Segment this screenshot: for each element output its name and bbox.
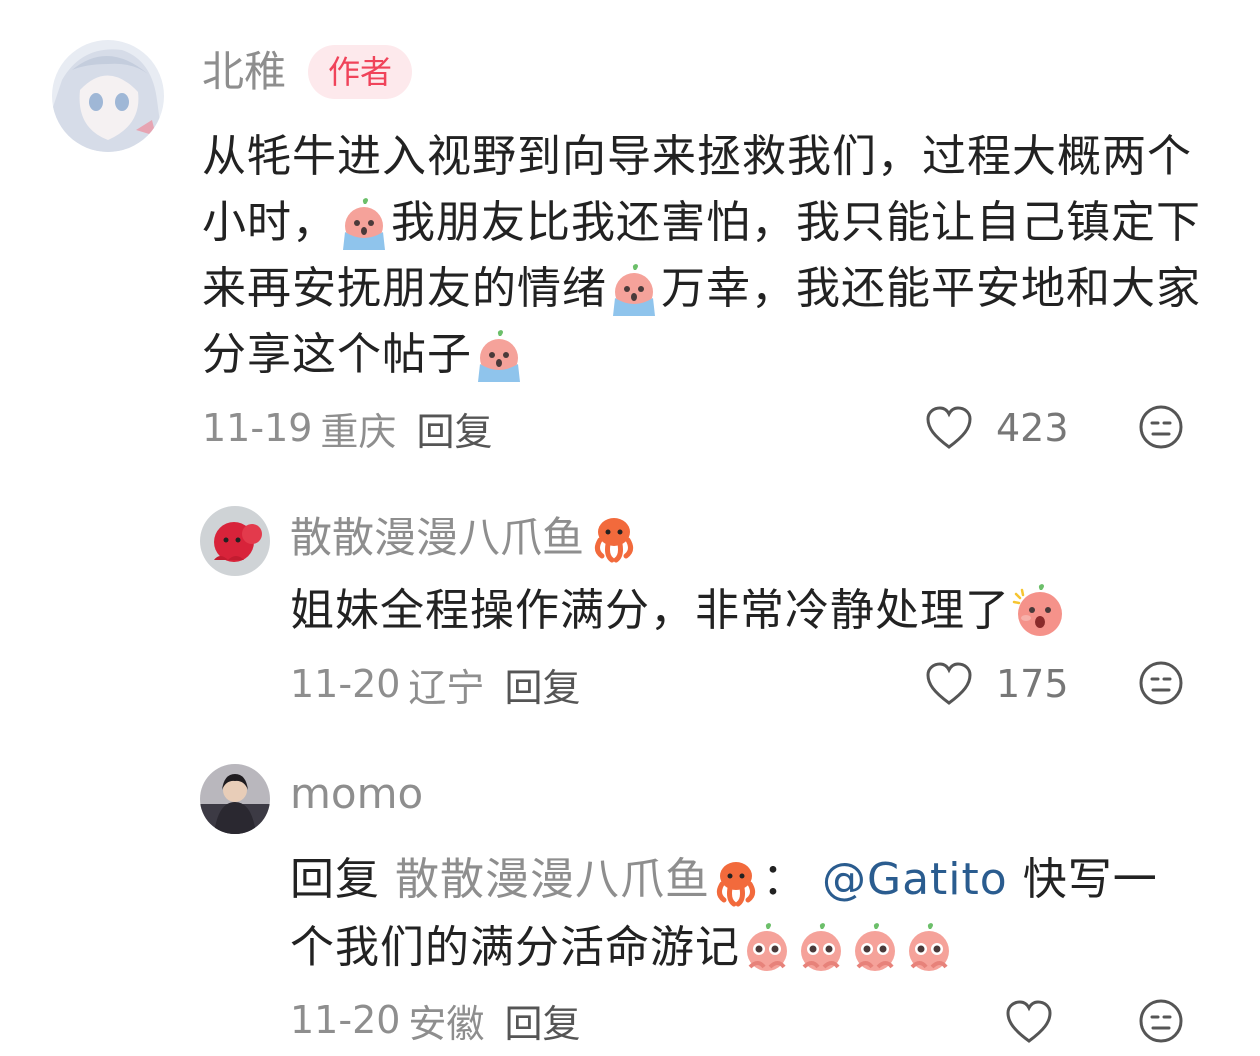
comment-text-part: 个我们的满分活命游记 bbox=[290, 922, 740, 973]
pleading-emoji bbox=[902, 923, 956, 977]
comment-location: 辽宁 bbox=[408, 665, 485, 710]
like-count: 175 bbox=[996, 662, 1069, 706]
avatar[interactable] bbox=[200, 506, 270, 576]
octopus-emoji bbox=[588, 512, 640, 564]
comment-text-part: 姐妹全程操作满分，非常冷静处理了 bbox=[290, 585, 1010, 636]
username[interactable]: 散散漫漫八爪鱼 bbox=[290, 512, 584, 564]
author-badge: 作者 bbox=[308, 45, 413, 99]
reply-button[interactable]: 回复 bbox=[504, 993, 580, 1048]
pleading-emoji bbox=[740, 923, 794, 977]
heart-icon[interactable] bbox=[924, 405, 974, 451]
comment-location: 安徽 bbox=[408, 1001, 485, 1046]
comment-text-part: 快写一 bbox=[1022, 854, 1158, 905]
avatar[interactable] bbox=[200, 764, 270, 834]
reply-button[interactable]: 回复 bbox=[416, 401, 492, 456]
octopus-emoji bbox=[710, 856, 762, 908]
comment-location: 重庆 bbox=[320, 409, 397, 454]
comment-date: 11-20 bbox=[290, 662, 401, 706]
crying-emoji bbox=[607, 264, 661, 318]
username[interactable]: 北稚 bbox=[202, 46, 286, 98]
comment-date: 11-19 bbox=[202, 406, 313, 450]
comment-text: 从牦牛进入视野到向导来拯救我们，过程大概两个小时， 我朋友比我还害怕，我只能让自… bbox=[202, 124, 1202, 388]
reply-button[interactable]: 回复 bbox=[504, 657, 580, 712]
heart-icon[interactable] bbox=[924, 661, 974, 707]
reply-target-username[interactable]: 散散漫漫八爪鱼 bbox=[395, 854, 710, 905]
mention-link[interactable]: @Gatito bbox=[822, 854, 1008, 905]
reply-colon: ： bbox=[762, 854, 807, 905]
crying-emoji bbox=[337, 198, 391, 252]
crying-emoji bbox=[472, 330, 526, 384]
comment-text: 姐妹全程操作满分，非常冷静处理了 bbox=[290, 578, 1230, 644]
username[interactable]: momo bbox=[290, 768, 423, 820]
reaction-face-icon[interactable] bbox=[1138, 404, 1184, 450]
heart-icon[interactable] bbox=[1004, 999, 1054, 1045]
reaction-face-icon[interactable] bbox=[1138, 660, 1184, 706]
reply-prefix: 回复 bbox=[290, 854, 380, 905]
pleading-emoji bbox=[848, 923, 902, 977]
pleading-emoji bbox=[794, 923, 848, 977]
shocked-emoji bbox=[1010, 584, 1068, 642]
avatar[interactable] bbox=[52, 40, 164, 152]
comment-text: 回复 散散漫漫八爪鱼 ： @Gatito 快写一 个我们的满分活命游记 bbox=[290, 846, 1230, 982]
reaction-face-icon[interactable] bbox=[1138, 998, 1184, 1044]
like-count: 423 bbox=[996, 406, 1069, 450]
comment-date: 11-20 bbox=[290, 998, 401, 1042]
